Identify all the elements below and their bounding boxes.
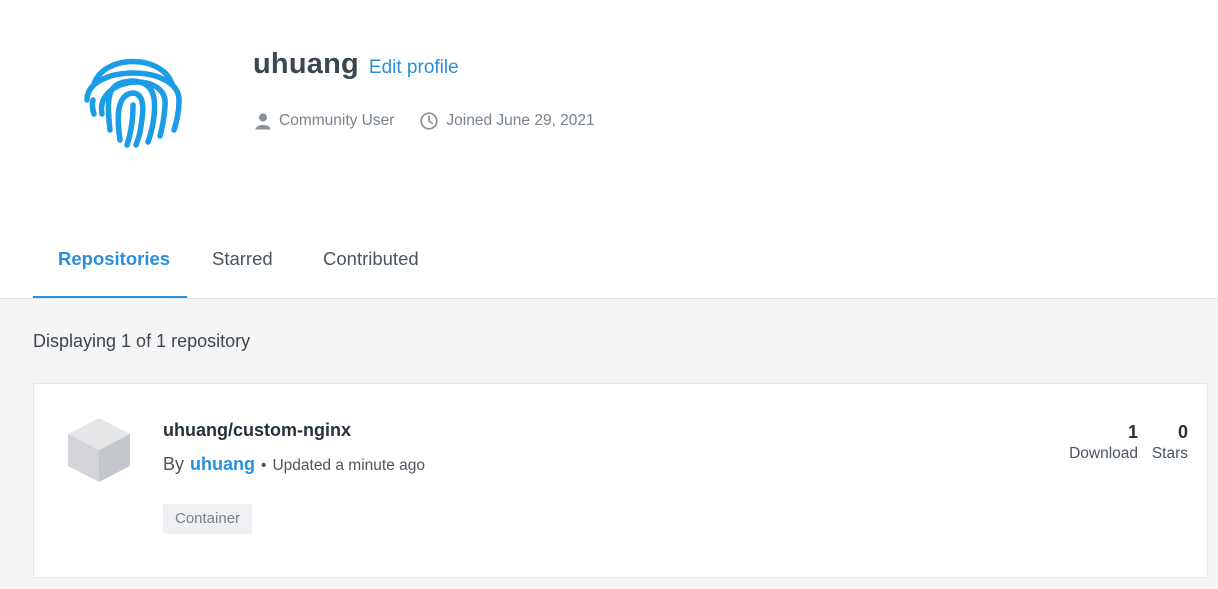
joined-text: Joined June 29, 2021 xyxy=(446,112,595,129)
joined-item: Joined June 29, 2021 xyxy=(420,112,595,130)
downloads-label: Download xyxy=(1069,445,1138,462)
repository-owner-link[interactable]: uhuang xyxy=(190,454,255,475)
stars-label: Stars xyxy=(1151,445,1188,462)
tab-contributed[interactable]: Contributed xyxy=(298,238,446,299)
repository-card[interactable]: uhuang/custom-nginx By uhuang • Updated … xyxy=(33,383,1208,578)
username-row: uhuang Edit profile xyxy=(253,48,459,81)
repositories-panel: Displaying 1 of 1 repository uhuang/cust… xyxy=(0,299,1218,589)
repository-type-badge: Container xyxy=(163,504,253,534)
tab-repositories[interactable]: Repositories xyxy=(33,238,187,299)
profile-meta: Community User Joined June 29, 2021 xyxy=(255,112,595,130)
updated-text: Updated a minute ago xyxy=(272,457,425,474)
bullet-separator: • xyxy=(261,457,267,474)
clock-icon xyxy=(420,112,439,130)
tab-starred[interactable]: Starred xyxy=(187,238,298,299)
profile-header: uhuang Edit profile Community User Joine… xyxy=(0,0,1218,299)
repository-byline: By uhuang • Updated a minute ago xyxy=(163,454,425,475)
user-icon xyxy=(255,113,271,129)
by-label: By xyxy=(163,454,185,474)
stars-count: 0 xyxy=(1177,422,1188,442)
profile-tabs: Repositories Starred Contributed xyxy=(33,238,446,299)
downloads-count: 1 xyxy=(1127,422,1138,442)
repository-name[interactable]: uhuang/custom-nginx xyxy=(163,420,351,441)
avatar xyxy=(80,44,186,150)
role-text: Community User xyxy=(279,112,395,129)
downloads-stat: 1 Download xyxy=(1069,421,1138,463)
edit-profile-link[interactable]: Edit profile xyxy=(369,57,459,79)
repository-icon xyxy=(67,417,131,483)
fingerprint-icon xyxy=(84,58,182,148)
username: uhuang xyxy=(253,48,359,80)
results-count: Displaying 1 of 1 repository xyxy=(33,331,251,351)
cube-icon xyxy=(68,418,130,482)
role-item: Community User xyxy=(255,112,394,130)
stars-stat: 0 Stars xyxy=(1152,421,1188,463)
